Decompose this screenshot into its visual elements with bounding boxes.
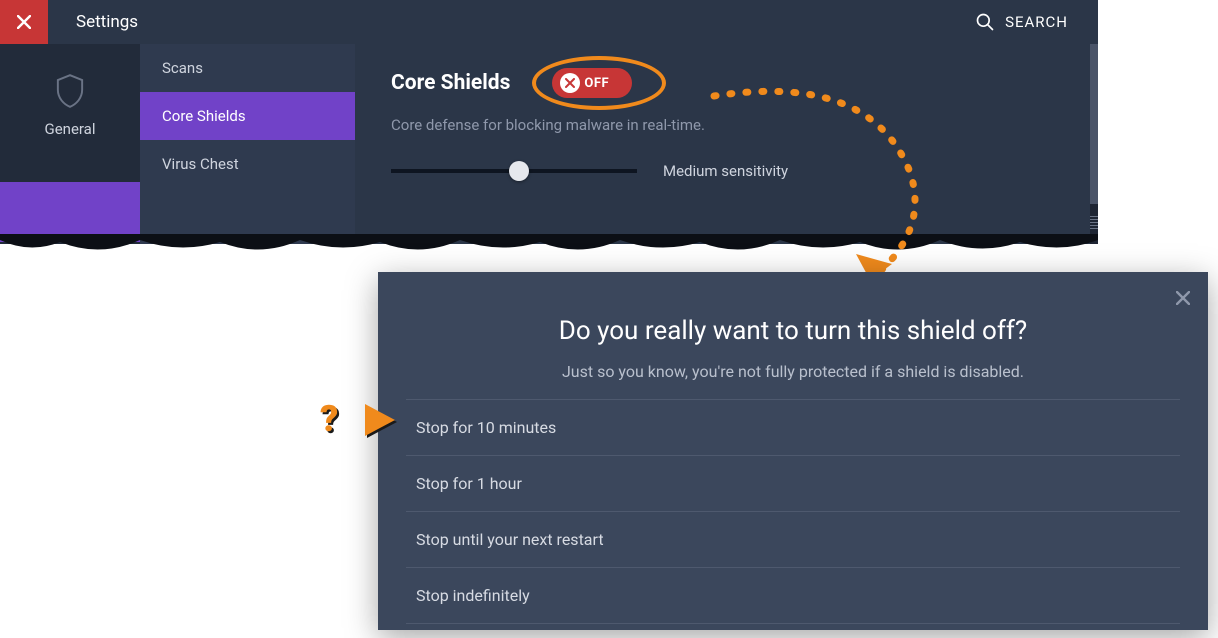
sub-nav: Scans Core Shields Virus Chest [140,44,355,244]
page-title: Core Shields [391,71,510,95]
search-button[interactable]: SEARCH [975,12,1068,32]
annotation-pointer-icon [365,404,395,436]
option-stop-1-hour[interactable]: Stop for 1 hour [406,456,1180,512]
search-label: SEARCH [1005,13,1068,31]
body: General Scans Core Shields Virus Chest C… [0,44,1098,244]
dialog-close-button[interactable] [1176,286,1190,310]
annotation-question-mark: ? [320,398,338,440]
left-nav-active-tab[interactable] [0,182,140,242]
settings-window: Settings SEARCH General Scans Core Shiel… [0,0,1098,244]
close-icon [1176,291,1190,305]
dialog-option-list: Stop for 10 minutes Stop for 1 hour Stop… [406,399,1180,624]
dialog-title: Do you really want to turn this shield o… [378,316,1208,346]
option-stop-indefinitely[interactable]: Stop indefinitely [406,568,1180,624]
scrollbar-thumb[interactable] [1090,44,1098,204]
scrollbar[interactable] [1090,44,1098,244]
sensitivity-row: Medium sensitivity [391,162,1062,180]
core-shields-toggle[interactable]: OFF [552,68,632,98]
option-stop-until-restart[interactable]: Stop until your next restart [406,512,1180,568]
dialog-subtitle: Just so you know, you're not fully prote… [378,362,1208,381]
sensitivity-label: Medium sensitivity [663,162,788,180]
titlebar: Settings SEARCH [0,0,1098,44]
left-nav-general[interactable]: General [44,120,95,138]
subnav-item-core-shields[interactable]: Core Shields [140,92,355,140]
close-button[interactable] [0,0,48,44]
subnav-item-virus-chest[interactable]: Virus Chest [140,140,355,188]
option-stop-10-min[interactable]: Stop for 10 minutes [406,400,1180,456]
search-icon [975,12,995,32]
toggle-state-label: OFF [584,76,609,91]
page-description: Core defense for blocking malware in rea… [391,116,1062,134]
slider-thumb[interactable] [509,161,529,181]
close-icon [17,15,31,29]
window-title: Settings [76,12,138,32]
turn-off-shield-dialog: Do you really want to turn this shield o… [378,272,1208,630]
toggle-container: OFF [552,68,632,98]
sensitivity-slider[interactable] [391,169,637,173]
shield-icon [55,74,85,108]
subnav-item-scans[interactable]: Scans [140,44,355,92]
x-circle-icon [560,73,580,93]
content-pane: Core Shields OFF Core defense for blocki… [355,44,1098,244]
scrollbar-grip-icon [1090,216,1098,230]
